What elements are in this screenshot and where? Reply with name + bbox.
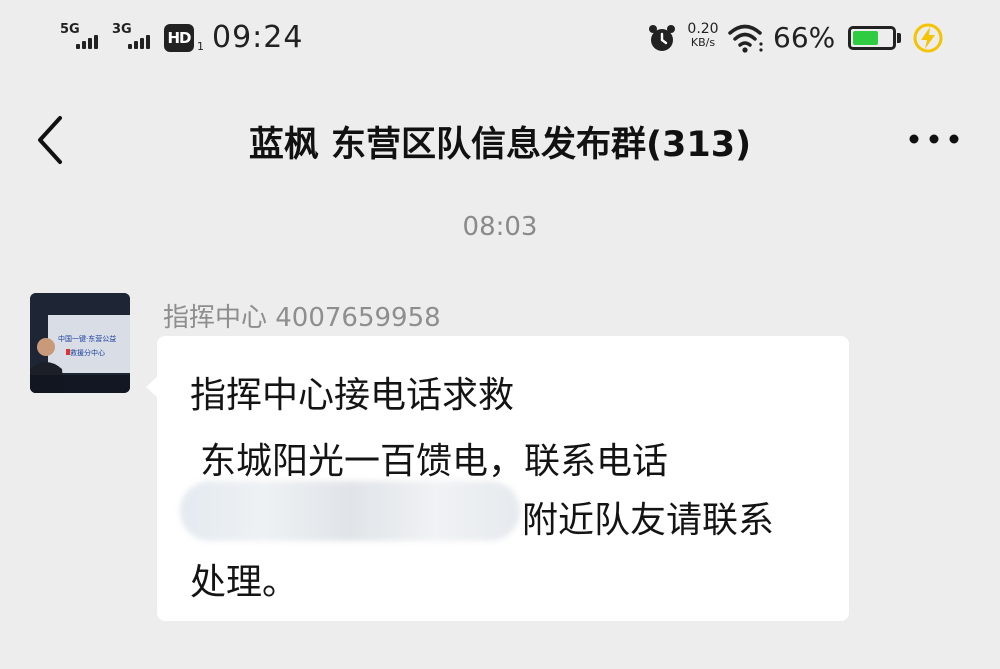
network-speed-value: 0.20 [687,21,719,37]
status-bar: 5G 3G HD 1 09:24 0.20 KB/s 66% [0,0,1000,80]
battery-percent: 66% [773,21,836,54]
network-speed: 0.20 KB/s [683,22,723,50]
network-type-label: 5G [60,22,80,37]
avatar[interactable]: 中国一键·东营公益 救援分中心 [30,293,130,393]
message-line: 处理。 [190,562,299,603]
avatar-caption-line1: 中国一键·东营公益 [58,334,116,343]
avatar-image: 中国一键·东营公益 救援分中心 [30,293,130,393]
redacted-phone-number [180,481,520,541]
network-speed-unit: KB/s [690,36,716,49]
charging-icon [913,23,943,53]
avatar-caption-line2: 救援分中心 [70,348,105,357]
network-type-label: 3G [112,22,132,37]
wifi-icon [728,24,763,53]
hd-icon: HD [164,24,194,52]
alarm-icon [649,25,675,51]
sender-name: 指挥中心 4007659958 [163,303,441,333]
more-dots-icon[interactable] [906,124,962,154]
message-timestamp: 08:03 [462,212,538,242]
back-chevron-icon[interactable] [30,114,70,166]
battery-tip [897,33,901,43]
message-line: 附近队友请联系 [522,500,775,541]
message-line: 东城阳光一百馈电，联系电话 [200,441,669,482]
battery-icon [848,26,896,50]
clock: 09:24 [212,20,304,55]
battery-fill [853,31,878,45]
message-line: 指挥中心接电话求救 [190,375,515,416]
chat-title: 蓝枫 东营区队信息发布群(313) [248,125,752,165]
hd-sub-label: 1 [197,40,204,53]
